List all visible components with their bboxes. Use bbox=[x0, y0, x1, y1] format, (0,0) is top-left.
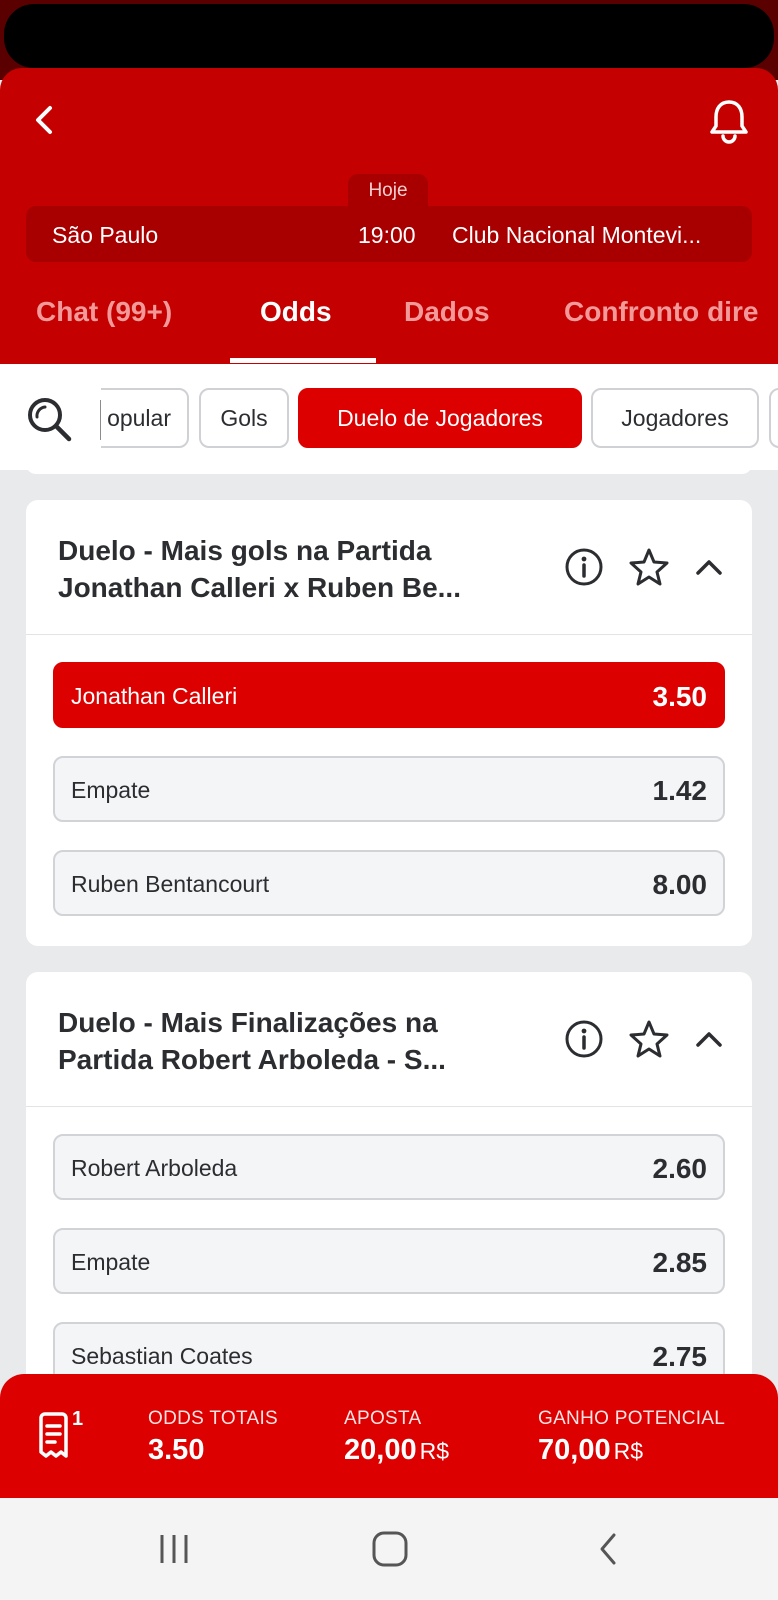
odd-option[interactable]: Empate 2.85 bbox=[53, 1228, 725, 1294]
payout-value: 70,00 bbox=[538, 1434, 611, 1466]
search-icon[interactable] bbox=[24, 394, 74, 444]
filter-chip-gols[interactable]: Gols bbox=[199, 388, 289, 448]
match-header: Hoje São Paulo 19:00 Club Nacional Monte… bbox=[0, 68, 778, 364]
previous-card-edge bbox=[26, 458, 752, 474]
match-tabs: Chat (99+) Odds Dados Confronto dire bbox=[0, 278, 778, 364]
card-divider bbox=[26, 634, 752, 635]
market-filter-bar: opular Gols Duelo de Jogadores Jogadores bbox=[0, 364, 778, 470]
filter-chips: opular Gols Duelo de Jogadores Jogadores bbox=[101, 386, 778, 450]
odd-label: Robert Arboleda bbox=[71, 1155, 238, 1181]
info-icon[interactable] bbox=[564, 1019, 604, 1059]
filter-chip-popular[interactable]: opular bbox=[101, 388, 189, 448]
odd-option[interactable]: Ruben Bentancourt 8.00 bbox=[53, 850, 725, 916]
bell-icon[interactable] bbox=[706, 98, 752, 144]
market-actions bbox=[564, 1016, 724, 1062]
status-bar bbox=[4, 4, 774, 68]
odd-value: 3.50 bbox=[652, 681, 708, 712]
odd-value: 1.42 bbox=[652, 775, 708, 806]
odd-option[interactable]: Empate 1.42 bbox=[53, 756, 725, 822]
filter-chip-more[interactable] bbox=[769, 388, 778, 448]
potential-payout: GANHO POTENCIAL 70,00 R$ bbox=[538, 1408, 725, 1467]
tab-confronto-direto[interactable]: Confronto dire bbox=[564, 296, 758, 328]
payout-amount: 70,00 R$ bbox=[538, 1434, 725, 1467]
filter-chip-duelo-de-jogadores[interactable]: Duelo de Jogadores bbox=[298, 388, 582, 448]
stake-value: 20,00 bbox=[344, 1434, 417, 1466]
back-nav-icon[interactable] bbox=[578, 1526, 638, 1572]
payout-label: GANHO POTENCIAL bbox=[538, 1408, 726, 1429]
match-day-label: Hoje bbox=[348, 174, 428, 208]
odd-label: Sebastian Coates bbox=[71, 1343, 253, 1369]
home-team-name: São Paulo bbox=[52, 222, 159, 248]
tab-dados[interactable]: Dados bbox=[404, 296, 490, 328]
betslip-count: 1 bbox=[72, 1408, 84, 1430]
market-title: Duelo - Mais gols na Partida Jonathan Ca… bbox=[58, 535, 461, 603]
match-time: 19:00 bbox=[358, 222, 416, 248]
payout-currency: R$ bbox=[613, 1438, 643, 1464]
recent-apps-icon[interactable] bbox=[144, 1526, 204, 1572]
filter-chip-jogadores[interactable]: Jogadores bbox=[591, 388, 759, 448]
odd-value: 8.00 bbox=[652, 869, 708, 900]
odd-option[interactable]: Jonathan Calleri 3.50 bbox=[53, 662, 725, 728]
market-card: Duelo - Mais gols na Partida Jonathan Ca… bbox=[26, 500, 752, 946]
market-card: Duelo - Mais Finalizações na Partida Rob… bbox=[26, 972, 752, 1418]
betslip-bar[interactable]: 1 ODDS TOTAIS 3.50 APOSTA 20,00 R$ GANHO … bbox=[0, 1374, 778, 1498]
odd-option[interactable]: Robert Arboleda 2.60 bbox=[53, 1134, 725, 1200]
star-icon[interactable] bbox=[628, 1019, 670, 1059]
info-icon[interactable] bbox=[564, 547, 604, 587]
chevron-up-icon[interactable] bbox=[694, 557, 724, 577]
total-odds: ODDS TOTAIS 3.50 bbox=[148, 1408, 278, 1467]
stake-amount: 20,00 R$ bbox=[344, 1434, 449, 1467]
stake: APOSTA 20,00 R$ bbox=[344, 1408, 449, 1467]
odd-value: 2.60 bbox=[652, 1153, 708, 1184]
back-icon[interactable] bbox=[26, 102, 62, 138]
odd-value: 2.85 bbox=[652, 1247, 708, 1278]
market-title: Duelo - Mais Finalizações na Partida Rob… bbox=[58, 1007, 446, 1075]
system-navigation-bar bbox=[0, 1498, 778, 1600]
active-tab-indicator bbox=[230, 358, 376, 363]
tab-odds[interactable]: Odds bbox=[260, 296, 332, 328]
chevron-up-icon[interactable] bbox=[694, 1029, 724, 1049]
stake-label: APOSTA bbox=[344, 1408, 422, 1429]
stake-currency: R$ bbox=[419, 1438, 449, 1464]
match-info-bar[interactable]: São Paulo 19:00 Club Nacional Montevi... bbox=[26, 206, 752, 262]
odd-value: 2.75 bbox=[652, 1341, 708, 1372]
total-odds-label: ODDS TOTAIS bbox=[148, 1408, 278, 1429]
odd-label: Empate bbox=[71, 1249, 151, 1275]
tab-chat[interactable]: Chat (99+) bbox=[36, 296, 172, 328]
odd-label: Ruben Bentancourt bbox=[71, 871, 270, 897]
odd-label: Jonathan Calleri bbox=[71, 683, 238, 709]
star-icon[interactable] bbox=[628, 547, 670, 587]
market-actions bbox=[564, 544, 724, 590]
odd-label: Empate bbox=[71, 777, 151, 803]
home-icon[interactable] bbox=[360, 1526, 420, 1572]
card-divider bbox=[26, 1106, 752, 1107]
away-team-name: Club Nacional Montevi... bbox=[452, 222, 702, 248]
total-odds-value: 3.50 bbox=[148, 1434, 205, 1466]
